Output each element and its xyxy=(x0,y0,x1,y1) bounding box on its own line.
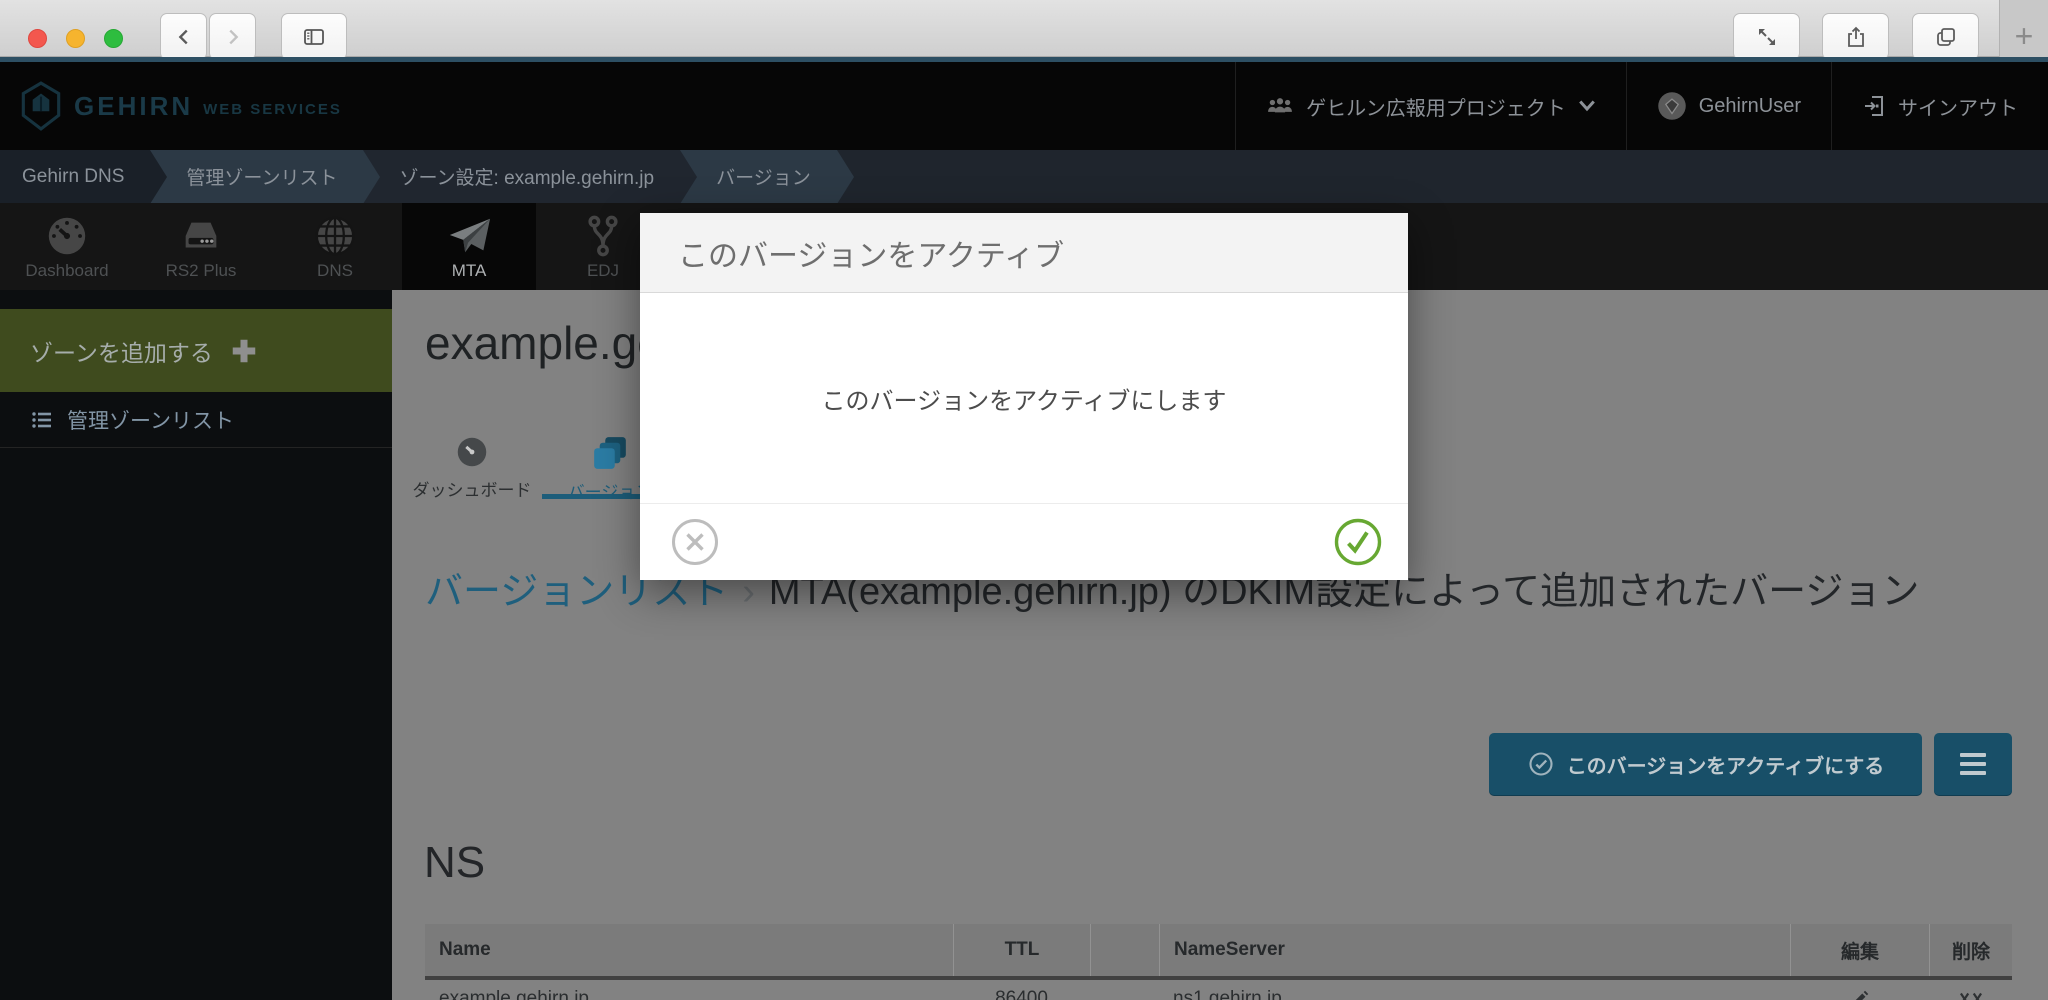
sidebar-toggle-button[interactable] xyxy=(281,13,347,60)
plus-icon: + xyxy=(2015,18,2034,55)
fullscreen-icon xyxy=(1755,25,1779,49)
nav-dashboard-label: Dashboard xyxy=(25,261,108,281)
user-name: GehirnUser xyxy=(1699,95,1801,118)
paper-plane-icon xyxy=(446,213,492,259)
nav-edj-label: EDJ xyxy=(587,261,619,281)
server-icon xyxy=(178,213,224,259)
activate-version-label: このバージョンをアクティブにする xyxy=(1567,750,1885,779)
avatar xyxy=(1657,91,1687,121)
dialog-confirm-button[interactable] xyxy=(1333,517,1383,567)
sidebar: ゾーンを追加する 管理ゾーンリスト xyxy=(0,290,392,1000)
row-edit-button[interactable] xyxy=(1790,988,1929,1000)
cell-nameserver: ns1.gehirn.jp xyxy=(1159,988,1790,1000)
row-delete-button[interactable] xyxy=(1929,988,2012,1000)
nav-dashboard[interactable]: Dashboard xyxy=(0,203,134,290)
fullscreen-button[interactable] xyxy=(1733,13,1800,60)
chevron-left-icon xyxy=(173,26,195,48)
signout-button[interactable]: サインアウト xyxy=(1831,62,2048,150)
col-edit: 編集 xyxy=(1790,924,1929,976)
gehirn-hexagon-icon xyxy=(18,80,64,132)
col-delete: 削除 xyxy=(1929,924,2012,976)
sidebar-icon xyxy=(301,25,327,49)
sidebar-item-zone-list[interactable]: 管理ゾーンリスト xyxy=(0,392,392,448)
activate-version-button[interactable]: このバージョンをアクティブにする xyxy=(1489,733,1922,795)
team-icon xyxy=(1266,94,1294,118)
git-branch-icon xyxy=(580,213,626,259)
chevron-down-icon xyxy=(1578,99,1596,113)
share-button[interactable] xyxy=(1822,13,1889,60)
signout-door-icon xyxy=(1862,93,1886,119)
share-icon xyxy=(1844,25,1868,49)
nav-mta-label: MTA xyxy=(452,261,487,281)
dashboard-tab-icon xyxy=(454,434,490,470)
dialog-footer xyxy=(640,503,1408,579)
close-window-button[interactable] xyxy=(28,29,47,48)
hamburger-icon xyxy=(1960,753,1986,757)
cell-ttl: 86400 xyxy=(953,988,1090,1000)
breadcrumb-zone-settings[interactable]: ゾーン設定: example.gehirn.jp xyxy=(363,150,680,203)
breadcrumb: Gehirn DNS 管理ゾーンリスト ゾーン設定: example.gehir… xyxy=(0,150,2048,203)
col-spacer xyxy=(1090,924,1159,976)
nav-rs2plus-label: RS2 Plus xyxy=(166,261,237,281)
confirm-check-icon xyxy=(1333,517,1383,567)
col-nameserver: NameServer xyxy=(1159,924,1790,976)
app-header: GEHIRN WEB SERVICES ゲヒルン広報用プロジェクト Gehirn… xyxy=(0,62,2048,150)
tabs-icon xyxy=(1934,25,1958,49)
zone-list-label: 管理ゾーンリスト xyxy=(67,405,234,435)
activate-version-dialog: このバージョンをアクティブ このバージョンをアクティブにします xyxy=(640,213,1408,580)
globe-icon xyxy=(312,213,358,259)
back-button[interactable] xyxy=(160,13,207,60)
browser-chrome: + xyxy=(0,0,2048,57)
nav-dns[interactable]: DNS xyxy=(268,203,402,290)
more-actions-button[interactable] xyxy=(1934,733,2012,795)
check-circle-icon xyxy=(1527,750,1555,778)
project-switcher[interactable]: ゲヒルン広報用プロジェクト xyxy=(1235,62,1626,150)
versions-tab-icon xyxy=(591,434,629,472)
cancel-x-icon xyxy=(670,517,720,567)
add-zone-label: ゾーンを追加する xyxy=(30,334,213,368)
nav-dns-label: DNS xyxy=(317,261,353,281)
gauge-icon xyxy=(44,213,90,259)
ns-record-table: Name TTL NameServer 編集 削除 example.gehirn… xyxy=(425,924,2012,1000)
nav-rs2plus[interactable]: RS2 Plus xyxy=(134,203,268,290)
breadcrumb-versions[interactable]: バージョン xyxy=(680,150,837,203)
table-header-row: Name TTL NameServer 編集 削除 xyxy=(425,924,2012,976)
col-name: Name xyxy=(425,924,953,976)
ns-section-title: NS xyxy=(424,838,485,888)
tab-dashboard[interactable]: ダッシュボード xyxy=(404,434,540,501)
list-icon xyxy=(30,408,54,432)
signout-label: サインアウト xyxy=(1898,92,2018,121)
brand-subtitle: WEB SERVICES xyxy=(203,95,342,118)
user-menu[interactable]: GehirnUser xyxy=(1626,62,1831,150)
breadcrumb-zone-list[interactable]: 管理ゾーンリスト xyxy=(150,150,363,203)
new-tab-button[interactable]: + xyxy=(1999,0,2048,57)
plus-icon xyxy=(229,336,259,366)
dialog-title: このバージョンをアクティブ xyxy=(640,213,1408,293)
table-row: example.gehirn.jp 86400 ns1.gehirn.jp xyxy=(425,980,2012,1000)
add-zone-button[interactable]: ゾーンを追加する xyxy=(0,309,392,392)
tab-dashboard-label: ダッシュボード xyxy=(413,476,532,501)
minimize-window-button[interactable] xyxy=(66,29,85,48)
gehirn-logo[interactable]: GEHIRN WEB SERVICES xyxy=(18,80,342,132)
zoom-window-button[interactable] xyxy=(104,29,123,48)
edit-pencil-icon xyxy=(1849,988,1871,1000)
forward-button[interactable] xyxy=(209,13,256,60)
cell-name: example.gehirn.jp xyxy=(425,988,953,1000)
col-ttl: TTL xyxy=(953,924,1090,976)
dialog-body: このバージョンをアクティブにします xyxy=(640,293,1408,503)
tabs-overview-button[interactable] xyxy=(1912,13,1979,60)
dialog-cancel-button[interactable] xyxy=(670,517,720,567)
project-name: ゲヒルン広報用プロジェクト xyxy=(1306,92,1566,121)
chevron-right-icon xyxy=(222,26,244,48)
breadcrumb-gehirn-dns[interactable]: Gehirn DNS xyxy=(0,150,150,203)
delete-icon xyxy=(1956,988,1986,1000)
nav-mta[interactable]: MTA xyxy=(402,203,536,290)
brand-name: GEHIRN xyxy=(74,91,193,122)
